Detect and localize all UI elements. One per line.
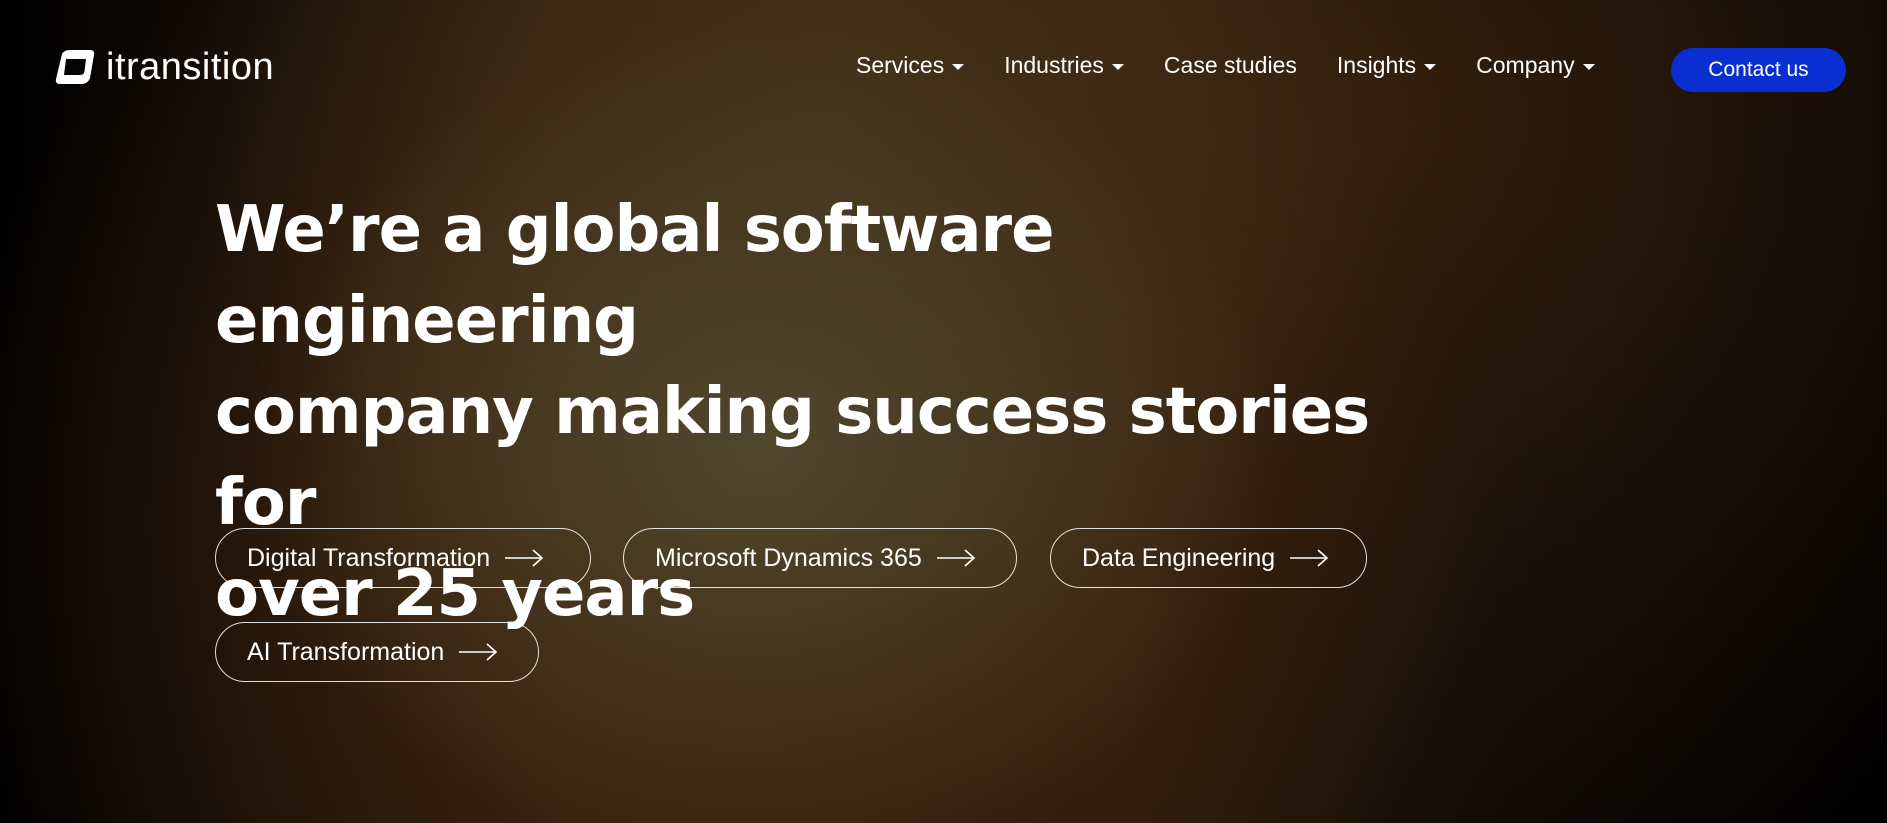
- pill-label: Microsoft Dynamics 365: [655, 543, 922, 572]
- arrow-right-icon: [1290, 549, 1329, 567]
- nav-item-services[interactable]: Services: [856, 52, 965, 79]
- nav-item-company[interactable]: Company: [1476, 52, 1595, 79]
- pill-label: AI Transformation: [247, 637, 445, 666]
- main-nav: Services Industries Case studies Insight…: [856, 52, 1595, 79]
- pill-microsoft-dynamics[interactable]: Microsoft Dynamics 365: [623, 528, 1017, 588]
- pill-digital-transformation[interactable]: Digital Transformation: [215, 528, 591, 588]
- arrow-right-icon: [505, 549, 544, 567]
- caret-down-icon: [1424, 63, 1437, 70]
- pill-label: Digital Transformation: [247, 543, 491, 572]
- nav-item-label: Case studies: [1163, 52, 1297, 78]
- arrow-right-icon: [936, 549, 975, 567]
- nav-item-industries[interactable]: Industries: [1004, 52, 1124, 79]
- nav-item-label: Insights: [1336, 52, 1417, 78]
- hero-title-line: company making success stories for: [215, 375, 1370, 540]
- nav-item-label: Company: [1476, 52, 1575, 78]
- pill-ai-transformation[interactable]: AI Transformation: [215, 622, 539, 682]
- pill-label: Data Engineering: [1082, 543, 1276, 572]
- site-header: itransition Services Industries Case stu…: [0, 0, 1887, 140]
- nav-item-insights[interactable]: Insights: [1336, 52, 1437, 79]
- logo-icon: [55, 50, 95, 84]
- caret-down-icon: [1582, 63, 1595, 70]
- logo[interactable]: itransition: [54, 48, 274, 86]
- pill-data-engineering[interactable]: Data Engineering: [1050, 528, 1367, 588]
- contact-us-button[interactable]: Contact us: [1671, 48, 1846, 92]
- nav-item-case-studies[interactable]: Case studies: [1164, 52, 1297, 79]
- logo-text: itransition: [106, 46, 275, 88]
- caret-down-icon: [952, 63, 965, 70]
- caret-down-icon: [1111, 63, 1124, 70]
- nav-item-label: Industries: [1004, 52, 1104, 78]
- arrow-right-icon: [459, 643, 498, 661]
- nav-item-label: Services: [856, 52, 945, 78]
- hero-title-line: We’re a global software engineering: [215, 193, 1054, 358]
